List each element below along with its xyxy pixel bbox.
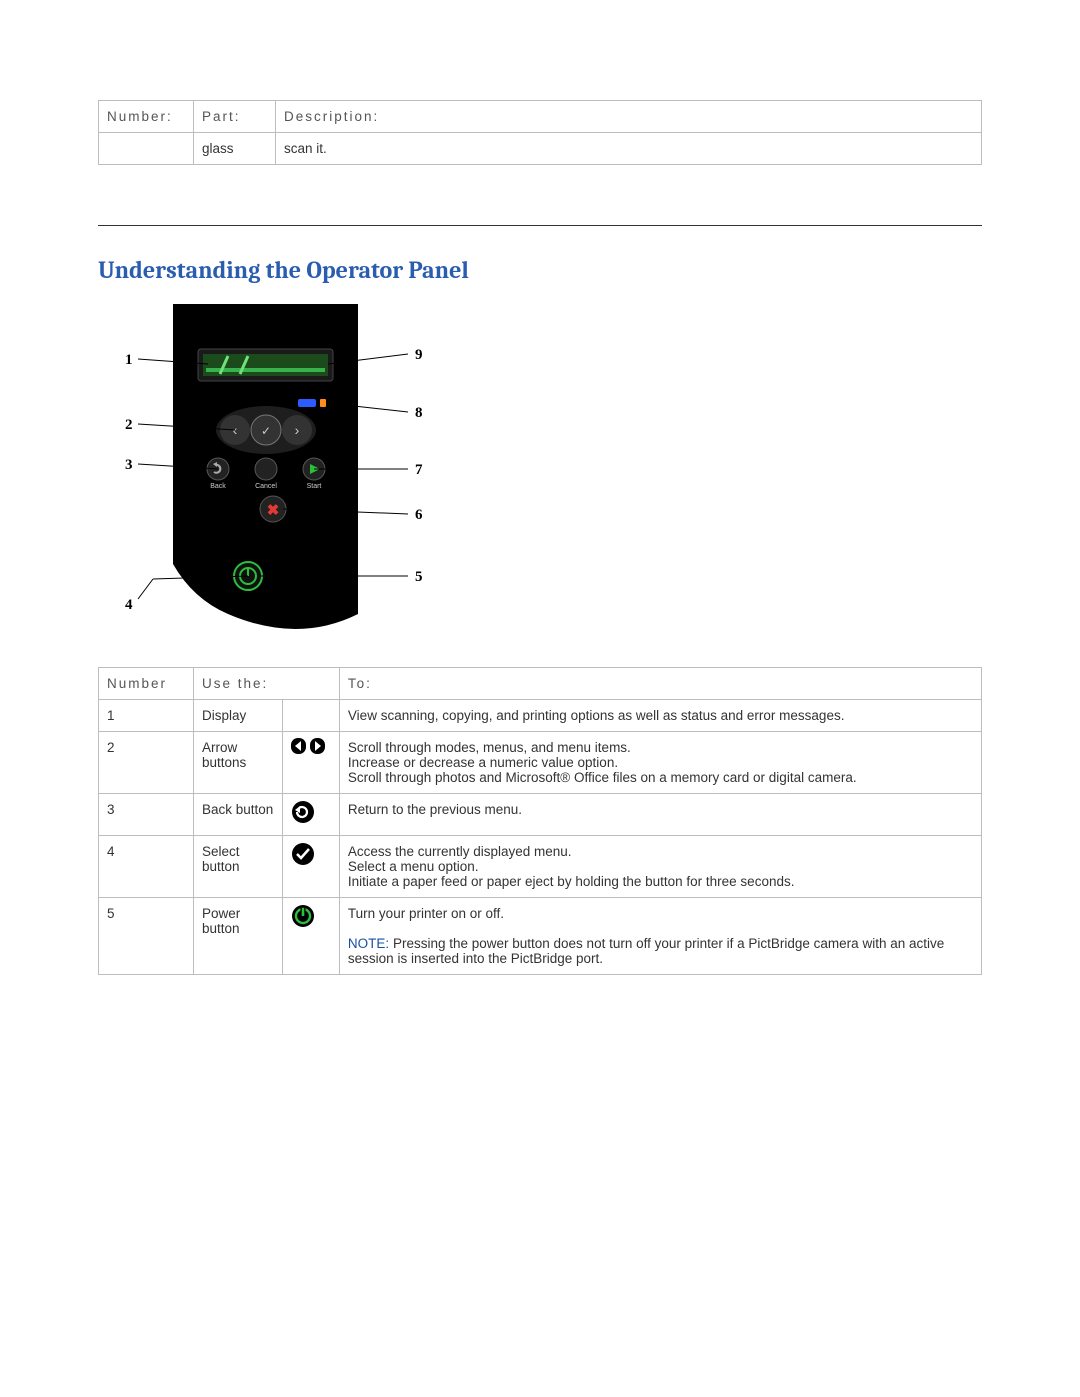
parts-header-number: Number: <box>99 101 194 133</box>
arrows-icon <box>282 732 339 794</box>
parts-table-fragment: Number: Part: Description: glass scan it… <box>98 100 982 165</box>
svg-text:›: › <box>295 422 300 438</box>
to-line: Initiate a paper feed or paper eject by … <box>348 874 795 889</box>
diagram-label-1: 1 <box>125 352 133 368</box>
cell-number: 3 <box>99 794 194 836</box>
operator-panel-diagram: ‹ › ✓ Back Cancel Start ✖ <box>98 304 982 647</box>
select-icon <box>282 836 339 898</box>
diagram-start-label: Start <box>307 483 322 490</box>
diagram-cancel-label: Cancel <box>255 483 277 490</box>
section-divider <box>98 225 982 226</box>
diagram-label-3: 3 <box>125 457 133 473</box>
table-row: 3 Back button Return to the previous men… <box>99 794 982 836</box>
cell-to: Return to the previous menu. <box>339 794 981 836</box>
diagram-label-4: 4 <box>125 597 133 613</box>
diagram-label-9: 9 <box>415 347 423 363</box>
cell-to: View scanning, copying, and printing opt… <box>339 700 981 732</box>
parts-header-description: Description: <box>276 101 982 133</box>
diagram-label-6: 6 <box>415 507 423 523</box>
to-line: Turn your printer on or off. <box>348 906 504 921</box>
cell-number: 4 <box>99 836 194 898</box>
cell-use: Select button <box>194 836 283 898</box>
cell-to: Turn your printer on or off. NOTE: Press… <box>339 898 981 975</box>
cell-use: Arrow buttons <box>194 732 283 794</box>
to-line: Scroll through modes, menus, and menu it… <box>348 740 631 755</box>
cell-use: Power button <box>194 898 283 975</box>
diagram-label-7: 7 <box>415 462 423 478</box>
diagram-back-label: Back <box>210 483 226 490</box>
parts-cell-number <box>99 133 194 165</box>
panel-header-use: Use the: <box>194 668 340 700</box>
cell-icon-empty <box>282 700 339 732</box>
parts-cell-part: glass <box>194 133 276 165</box>
to-line: Select a menu option. <box>348 859 479 874</box>
operator-panel-table: Number Use the: To: 1 Display View scann… <box>98 667 982 975</box>
table-row: 1 Display View scanning, copying, and pr… <box>99 700 982 732</box>
table-row: 5 Power button Turn your printer on or o… <box>99 898 982 975</box>
parts-cell-description: scan it. <box>276 133 982 165</box>
svg-text:✖: ✖ <box>267 502 280 519</box>
parts-header-part: Part: <box>194 101 276 133</box>
table-row: 2 Arrow buttons Scroll through modes, me… <box>99 732 982 794</box>
panel-header-number: Number <box>99 668 194 700</box>
back-icon <box>282 794 339 836</box>
operator-panel-svg: ‹ › ✓ Back Cancel Start ✖ <box>98 304 478 644</box>
table-row: 4 Select button Access the currently dis… <box>99 836 982 898</box>
to-line: Increase or decrease a numeric value opt… <box>348 755 618 770</box>
cell-number: 1 <box>99 700 194 732</box>
section-title: Understanding the Operator Panel <box>98 256 982 284</box>
cell-to: Scroll through modes, menus, and menu it… <box>339 732 981 794</box>
to-line: Scroll through photos and Microsoft® Off… <box>348 770 857 785</box>
panel-header-to: To: <box>339 668 981 700</box>
cell-use: Display <box>194 700 283 732</box>
diagram-label-5: 5 <box>415 569 423 585</box>
power-icon <box>282 898 339 975</box>
svg-text:✓: ✓ <box>261 424 271 438</box>
to-line: Access the currently displayed menu. <box>348 844 572 859</box>
cell-number: 2 <box>99 732 194 794</box>
note-body: Pressing the power button does not turn … <box>348 936 944 966</box>
cell-use: Back button <box>194 794 283 836</box>
cell-to: Access the currently displayed menu. Sel… <box>339 836 981 898</box>
cell-number: 5 <box>99 898 194 975</box>
diagram-label-2: 2 <box>125 417 133 433</box>
diagram-label-8: 8 <box>415 405 423 421</box>
note-label: NOTE: <box>348 936 389 951</box>
